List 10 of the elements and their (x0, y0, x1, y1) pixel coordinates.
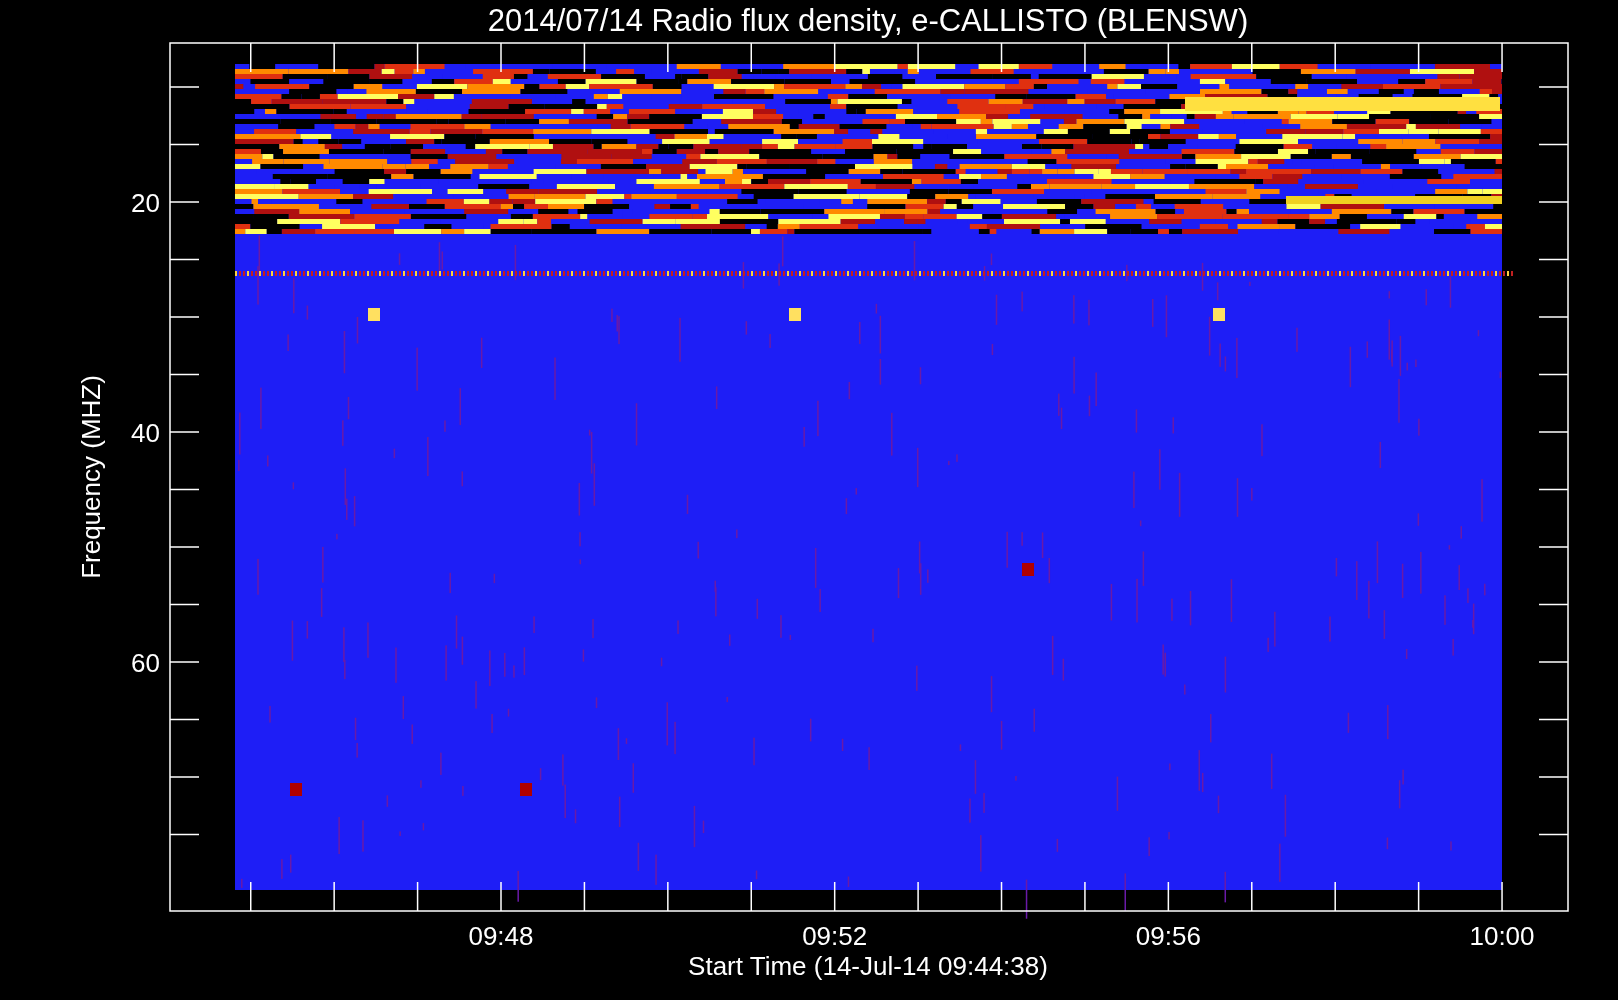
x-tick-label: 09:52 (802, 921, 868, 951)
chart-title: 2014/07/14 Radio flux density, e-CALLISTO (BLENSW) (487, 3, 1249, 38)
y-tick-label: 60 (131, 648, 160, 678)
y-tick-label: 20 (131, 188, 160, 218)
x-tick-label: 09:56 (1135, 921, 1201, 951)
y-tick-label: 40 (131, 418, 160, 448)
x-tick-label: 10:00 (1469, 921, 1535, 951)
x-tick-label: 09:48 (468, 921, 534, 951)
y-axis-label: Frequency (MHZ) (76, 375, 106, 579)
x-axis-label: Start Time (14-Jul-14 09:44:38) (688, 951, 1048, 981)
